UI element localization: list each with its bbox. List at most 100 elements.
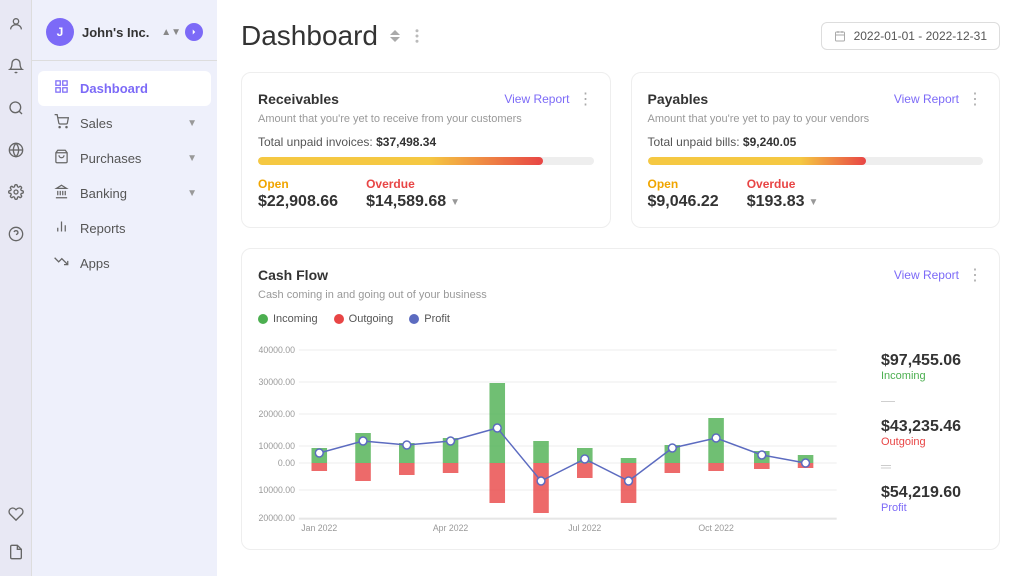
receivables-progress-bar bbox=[258, 157, 594, 165]
sidebar-item-banking[interactable]: Banking ▼ bbox=[38, 176, 211, 211]
notification-icon[interactable] bbox=[4, 54, 28, 78]
dashboard-label: Dashboard bbox=[80, 81, 148, 96]
receivables-amounts: Open $22,908.66 Overdue $14,589.68 ▼ bbox=[258, 177, 594, 211]
help-icon[interactable] bbox=[4, 222, 28, 246]
cashflow-title: Cash Flow bbox=[258, 267, 328, 283]
svg-text:Apr 2022: Apr 2022 bbox=[433, 523, 469, 533]
company-header: J John's Inc. ▲▼ bbox=[32, 12, 217, 61]
banking-label: Banking bbox=[80, 186, 127, 201]
payables-header: Payables View Report ⋮ bbox=[648, 89, 984, 109]
company-logo: J bbox=[46, 18, 74, 46]
icon-sidebar bbox=[0, 0, 32, 576]
settings-icon[interactable] bbox=[4, 180, 28, 204]
main-header: Dashboard 2022-01-01 - 2022-12-31 bbox=[241, 20, 1000, 52]
payables-open: Open $9,046.22 bbox=[648, 177, 719, 211]
svg-text:10000.00: 10000.00 bbox=[259, 441, 296, 451]
user-icon[interactable] bbox=[4, 12, 28, 36]
incoming-value: $97,455.06 bbox=[881, 352, 983, 370]
payables-overdue-label: Overdue bbox=[747, 177, 819, 191]
cashflow-section: Cash Flow View Report ⋮ Cash coming in a… bbox=[241, 248, 1000, 550]
globe-icon[interactable] bbox=[4, 138, 28, 162]
outgoing-dot bbox=[334, 314, 344, 324]
payables-chevron-down[interactable]: ▼ bbox=[809, 197, 819, 208]
sidebar-item-purchases[interactable]: Purchases ▼ bbox=[38, 141, 211, 176]
payables-card: Payables View Report ⋮ Amount that you'r… bbox=[631, 72, 1001, 228]
cards-row: Receivables View Report ⋮ Amount that yo… bbox=[241, 72, 1000, 228]
svg-text:40000.00: 40000.00 bbox=[259, 345, 296, 355]
receivables-overdue-label: Overdue bbox=[366, 177, 460, 191]
stat-sep-1: — bbox=[881, 392, 983, 408]
apps-label: Apps bbox=[80, 256, 110, 271]
heart-icon[interactable] bbox=[4, 502, 28, 526]
payables-overdue: Overdue $193.83 ▼ bbox=[747, 177, 819, 211]
sidebar-item-reports[interactable]: Reports bbox=[38, 211, 211, 246]
outgoing-value: $43,235.46 bbox=[881, 418, 983, 436]
chart-legend: Incoming Outgoing Profit bbox=[258, 313, 983, 325]
page-title: Dashboard bbox=[241, 20, 378, 52]
receivables-bar-fill bbox=[258, 157, 543, 165]
svg-text:Jul 2022: Jul 2022 bbox=[568, 523, 601, 533]
cashflow-chart: 40000.00 30000.00 20000.00 10000.00 0.00… bbox=[258, 333, 861, 533]
profit-value: $54,219.60 bbox=[881, 484, 983, 502]
svg-text:Jan 2022: Jan 2022 bbox=[301, 523, 337, 533]
payables-total: Total unpaid bills: $9,240.05 bbox=[648, 135, 984, 149]
chart-stats: $97,455.06 Incoming — $43,235.46 Outgoin… bbox=[873, 333, 983, 533]
payables-open-value: $9,046.22 bbox=[648, 193, 719, 211]
stat-outgoing: $43,235.46 Outgoing bbox=[881, 418, 983, 448]
document-icon[interactable] bbox=[4, 540, 28, 564]
legend-profit: Profit bbox=[409, 313, 450, 325]
incoming-label: Incoming bbox=[881, 370, 983, 382]
stat-sep-2: ═ bbox=[881, 458, 983, 474]
stat-incoming: $97,455.06 Incoming bbox=[881, 352, 983, 382]
cashflow-header: Cash Flow View Report ⋮ bbox=[258, 265, 983, 285]
cashflow-subtitle: Cash coming in and going out of your bus… bbox=[258, 289, 983, 301]
cashflow-view-report[interactable]: View Report bbox=[894, 268, 959, 282]
receivables-title: Receivables bbox=[258, 91, 339, 107]
receivables-menu[interactable]: ⋮ bbox=[578, 89, 594, 109]
receivables-overdue-value: $14,589.68 ▼ bbox=[366, 193, 460, 211]
payables-menu[interactable]: ⋮ bbox=[967, 89, 983, 109]
chart-area: 40000.00 30000.00 20000.00 10000.00 0.00… bbox=[258, 333, 983, 533]
purchases-chevron: ▼ bbox=[187, 153, 197, 164]
company-controls[interactable]: ▲▼ bbox=[161, 23, 203, 41]
sidebar-item-apps[interactable]: Apps bbox=[38, 246, 211, 281]
purchases-icon bbox=[52, 149, 70, 168]
sales-chevron: ▼ bbox=[187, 118, 197, 129]
payables-open-label: Open bbox=[648, 177, 719, 191]
receivables-open-label: Open bbox=[258, 177, 338, 191]
date-range-value: 2022-01-01 - 2022-12-31 bbox=[854, 29, 987, 43]
svg-text:Oct 2022: Oct 2022 bbox=[698, 523, 734, 533]
profit-dot bbox=[409, 314, 419, 324]
cashflow-menu[interactable]: ⋮ bbox=[967, 265, 983, 285]
svg-text:0.00: 0.00 bbox=[278, 458, 295, 468]
incoming-dot bbox=[258, 314, 268, 324]
date-range-picker[interactable]: 2022-01-01 - 2022-12-31 bbox=[821, 22, 1000, 50]
purchases-label: Purchases bbox=[80, 151, 141, 166]
legend-outgoing: Outgoing bbox=[334, 313, 394, 325]
receivables-chevron-down[interactable]: ▼ bbox=[450, 197, 460, 208]
receivables-total: Total unpaid invoices: $37,498.34 bbox=[258, 135, 594, 149]
banking-icon bbox=[52, 184, 70, 203]
receivables-open-value: $22,908.66 bbox=[258, 193, 338, 211]
stat-profit: $54,219.60 Profit bbox=[881, 484, 983, 514]
svg-text:30000.00: 30000.00 bbox=[259, 377, 296, 387]
sidebar-item-sales[interactable]: Sales ▼ bbox=[38, 106, 211, 141]
receivables-header: Receivables View Report ⋮ bbox=[258, 89, 594, 109]
sales-icon bbox=[52, 114, 70, 133]
company-name: John's Inc. bbox=[82, 25, 153, 40]
payables-title: Payables bbox=[648, 91, 709, 107]
receivables-open: Open $22,908.66 bbox=[258, 177, 338, 211]
title-area: Dashboard bbox=[241, 20, 426, 52]
sidebar-item-dashboard[interactable]: Dashboard bbox=[38, 71, 211, 106]
svg-text:-10000.00: -10000.00 bbox=[258, 485, 295, 495]
payables-view-report[interactable]: View Report bbox=[894, 92, 959, 106]
chart-main: 40000.00 30000.00 20000.00 10000.00 0.00… bbox=[258, 333, 861, 533]
payables-progress-bar bbox=[648, 157, 984, 165]
payables-subtitle: Amount that you're yet to pay to your ve… bbox=[648, 113, 984, 125]
nav-sidebar: J John's Inc. ▲▼ Dashboard Sales ▼ Purch… bbox=[32, 0, 217, 576]
payables-overdue-value: $193.83 ▼ bbox=[747, 193, 819, 211]
search-icon[interactable] bbox=[4, 96, 28, 120]
legend-incoming: Incoming bbox=[258, 313, 318, 325]
receivables-view-report[interactable]: View Report bbox=[504, 92, 569, 106]
apps-icon bbox=[52, 254, 70, 273]
